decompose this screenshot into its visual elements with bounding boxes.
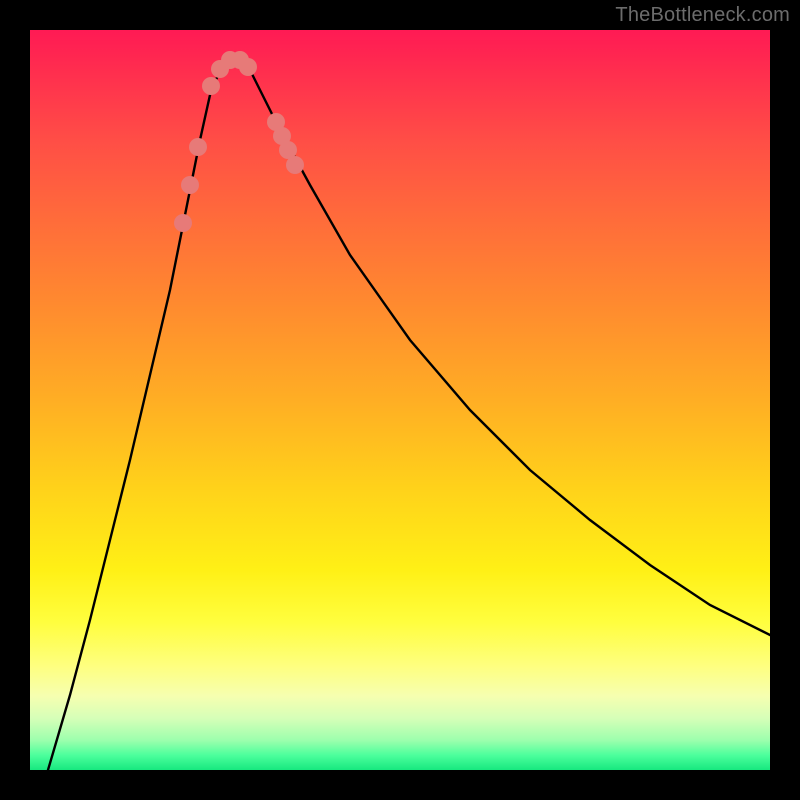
curve-path <box>48 60 770 770</box>
watermark: TheBottleneck.com <box>615 4 790 27</box>
chart-area <box>30 30 770 770</box>
curve-marker <box>181 176 199 194</box>
curve-marker <box>189 138 207 156</box>
bottleneck-chart <box>30 30 770 770</box>
curve-marker <box>202 77 220 95</box>
curve-marker <box>239 58 257 76</box>
curve-markers <box>174 51 304 232</box>
curve-marker <box>174 214 192 232</box>
curve-marker <box>286 156 304 174</box>
